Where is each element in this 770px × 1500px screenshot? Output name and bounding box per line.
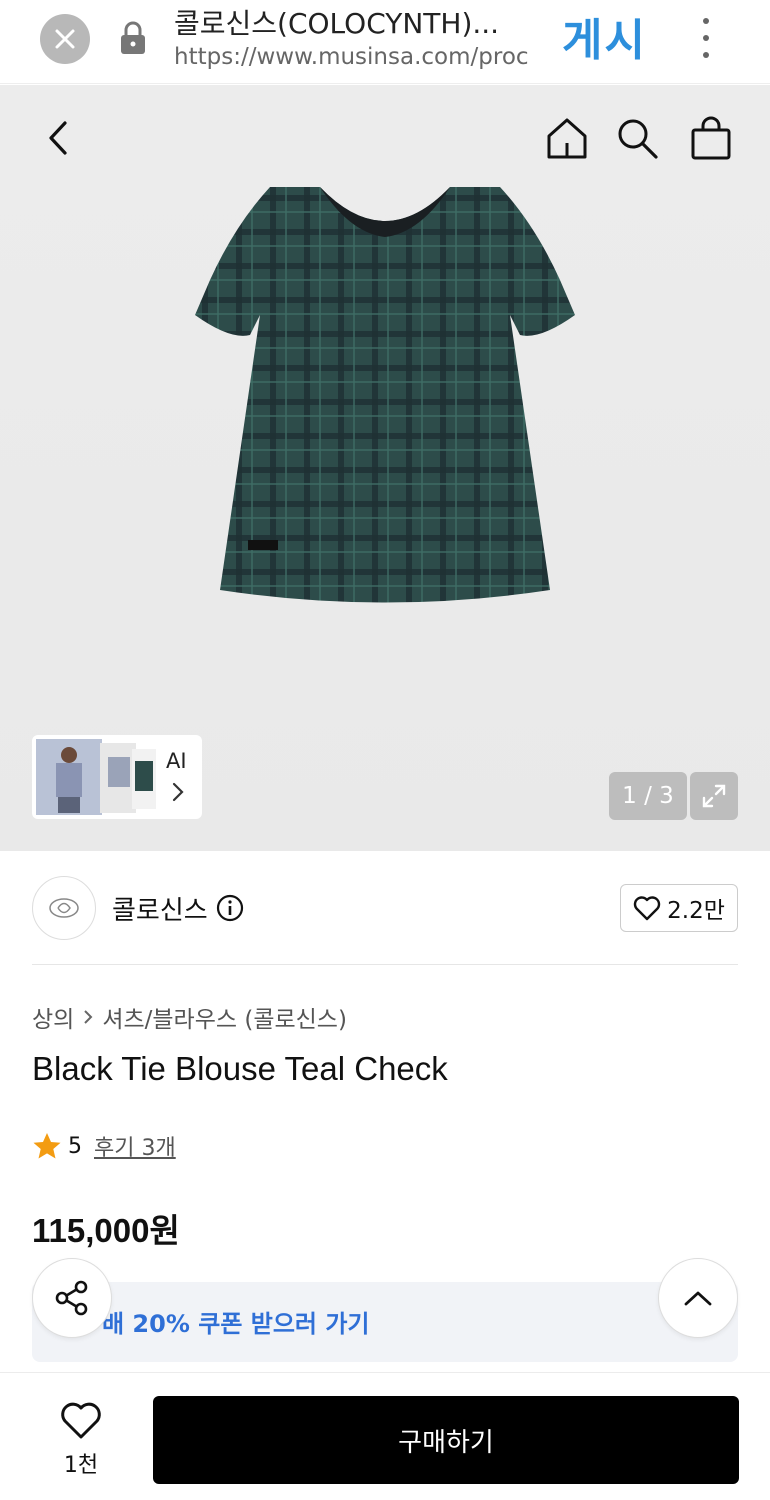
coupon-banner[interactable]: 배 20% 쿠폰 받으러 가기 (32, 1282, 738, 1362)
more-menu-icon[interactable] (694, 18, 718, 58)
browser-url[interactable]: https://www.musinsa.com/proc (174, 44, 538, 70)
heart-icon (633, 896, 661, 921)
brand-logo-icon (49, 898, 79, 918)
breadcrumb: 상의 셔츠/블라우스 (콜로신스) (32, 1000, 347, 1034)
chevron-right-icon (172, 782, 184, 802)
scroll-to-top-button[interactable] (658, 1258, 738, 1338)
ai-label: AI (166, 749, 187, 773)
buy-button[interactable]: 구매하기 (153, 1396, 739, 1484)
chevron-up-icon (684, 1291, 712, 1306)
rating-value: 5 (68, 1133, 82, 1159)
product-price: 115,000원 (32, 1212, 180, 1249)
browser-page-title: 콜로신스(COLOCYNTH)... (174, 7, 500, 40)
model-thumbnail-image (36, 739, 156, 815)
product-title: Black Tie Blouse Teal Check (32, 1050, 448, 1087)
home-icon[interactable] (544, 115, 590, 161)
share-icon (55, 1280, 88, 1316)
info-icon[interactable] (216, 894, 244, 922)
review-count-link[interactable]: 후기 3개 (94, 1130, 176, 1162)
rating-row: 5 후기 3개 (32, 1130, 176, 1162)
star-icon (33, 1133, 61, 1159)
browser-brand-mark: 게시 (562, 15, 647, 66)
bottom-action-bar: 1천 구매하기 (0, 1372, 770, 1500)
back-arrow-icon[interactable] (36, 115, 82, 161)
coupon-text: 배 20% 쿠폰 받으러 가기 (102, 1310, 370, 1338)
ai-fitting-thumbnail[interactable] (32, 735, 202, 819)
browser-bar: 콜로신스(COLOCYNTH)... https://www.musinsa.c… (0, 0, 770, 84)
image-page-counter: 1 / 3 (609, 772, 687, 820)
expand-image-button[interactable] (690, 772, 738, 820)
divider (32, 964, 738, 965)
expand-icon (702, 784, 726, 808)
brand-like-count: 2.2만 (667, 898, 725, 924)
wishlist-count: 1천 (63, 1453, 99, 1478)
search-icon[interactable] (614, 115, 660, 161)
share-button[interactable] (32, 1258, 112, 1338)
lock-icon (121, 21, 145, 54)
product-photo (195, 187, 575, 603)
brand-name[interactable]: 콜로신스 (112, 890, 208, 927)
product-image-gallery[interactable]: AI 1 / 3 (0, 85, 770, 851)
wishlist-heart-icon[interactable] (60, 1401, 102, 1441)
shopping-bag-icon[interactable] (688, 115, 734, 161)
chevron-right-icon (84, 1010, 93, 1024)
brand-like-button[interactable]: 2.2만 (620, 884, 738, 932)
breadcrumb-category[interactable]: 상의 (32, 1000, 74, 1034)
close-tab-button[interactable] (40, 14, 90, 64)
close-icon (55, 29, 75, 49)
brand-logo[interactable] (32, 876, 96, 940)
breadcrumb-subcategory[interactable]: 셔츠/블라우스 (콜로신스) (102, 1000, 347, 1034)
